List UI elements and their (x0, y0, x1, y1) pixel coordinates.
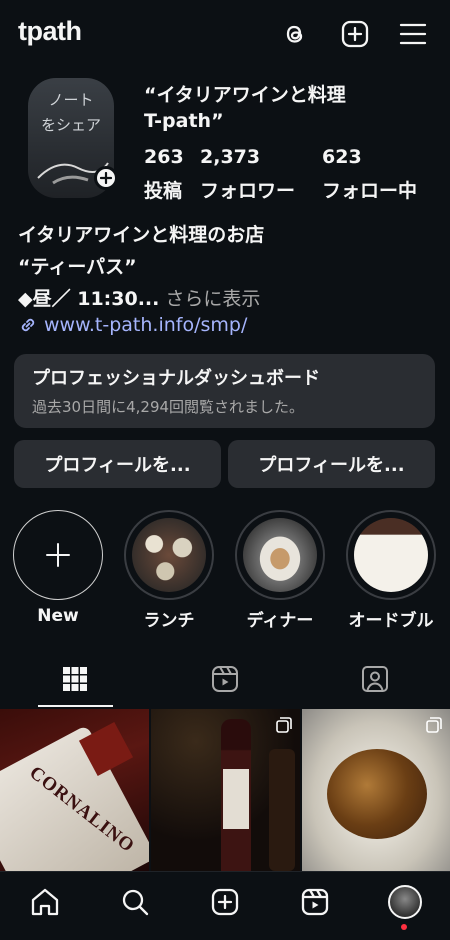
posts-label[interactable]: 投稿 (144, 176, 182, 203)
highlight-label: ディナー (246, 611, 314, 631)
bio-line: イタリアワインと料理のお店 (18, 224, 265, 246)
dish (327, 749, 427, 839)
profile-avatar-nav[interactable] (388, 885, 422, 919)
create-icon[interactable] (340, 19, 370, 49)
menu-icon[interactable] (398, 19, 428, 49)
profile-tabs (0, 656, 450, 708)
wine-bottle (269, 749, 295, 871)
profile-display-name: “イタリアワインと料理 T-path” (144, 84, 346, 132)
highlight-lunch[interactable]: ランチ (124, 510, 214, 631)
top-bar: tpath (0, 0, 450, 70)
tagged-icon[interactable] (360, 664, 390, 694)
dashboard-subtitle: 過去30日間に4,294回閲覧されました。 (32, 398, 305, 416)
bottom-navigation (0, 871, 450, 940)
reels-icon[interactable] (210, 664, 240, 694)
multiple-photos-icon (276, 717, 292, 733)
add-highlight-icon (13, 510, 103, 600)
new-post-icon[interactable] (209, 886, 241, 918)
highlight-cover (354, 518, 428, 592)
followers-count[interactable]: 2,373 (200, 146, 260, 168)
home-icon[interactable] (29, 886, 61, 918)
link-icon (21, 318, 35, 332)
bio-line: “ティーパス” (18, 256, 137, 278)
highlight-label: オードブル (348, 611, 434, 631)
highlight-cover (243, 518, 317, 592)
edit-profile-button[interactable]: プロフィールを... (14, 440, 221, 488)
highlight-new[interactable]: New (13, 510, 103, 626)
threads-icon[interactable] (280, 19, 310, 49)
see-more-link[interactable]: さらに表示 (159, 288, 260, 310)
highlight-cover (132, 518, 206, 592)
post-thumbnail[interactable]: CORNALINO (0, 709, 149, 871)
active-tab-indicator (38, 705, 113, 707)
add-story-icon[interactable] (94, 166, 118, 190)
website-link[interactable]: www.t-path.info/smp/ (18, 314, 247, 336)
share-profile-button[interactable]: プロフィールを... (228, 440, 435, 488)
post-thumbnail[interactable] (151, 709, 300, 871)
multiple-photos-icon (426, 717, 442, 733)
post-grid: CORNALINO (0, 709, 450, 871)
account-username[interactable]: tpath (18, 16, 82, 47)
bottle-label (223, 769, 249, 829)
profile-avatar[interactable]: ノート をシェア (28, 78, 118, 200)
dashboard-title: プロフェッショナルダッシュボード (32, 368, 320, 389)
highlight-label: New (37, 606, 79, 626)
search-icon[interactable] (119, 886, 151, 918)
following-count[interactable]: 623 (322, 146, 362, 168)
posts-count[interactable]: 263 (144, 146, 184, 168)
bio-line: ◆昼／ 11:30... さらに表示 (18, 284, 260, 311)
bio-text: ◆昼／ 11:30... (18, 288, 160, 310)
following-label[interactable]: フォロー中 (322, 176, 417, 203)
post-thumbnail[interactable] (302, 709, 450, 871)
highlight-label: ランチ (143, 611, 195, 631)
reels-icon[interactable] (299, 886, 331, 918)
grid-icon[interactable] (60, 664, 90, 694)
website-url: www.t-path.info/smp/ (44, 314, 248, 336)
professional-dashboard[interactable]: プロフェッショナルダッシュボード 過去30日間に4,294回閲覧されました。 (14, 354, 435, 428)
highlight-hors-doeuvre[interactable]: オードブル (346, 510, 436, 631)
note-bubble[interactable]: ノート をシェア (28, 88, 114, 138)
notification-dot (401, 924, 407, 930)
highlight-dinner[interactable]: ディナー (235, 510, 325, 631)
followers-label[interactable]: フォロワー (200, 176, 295, 203)
